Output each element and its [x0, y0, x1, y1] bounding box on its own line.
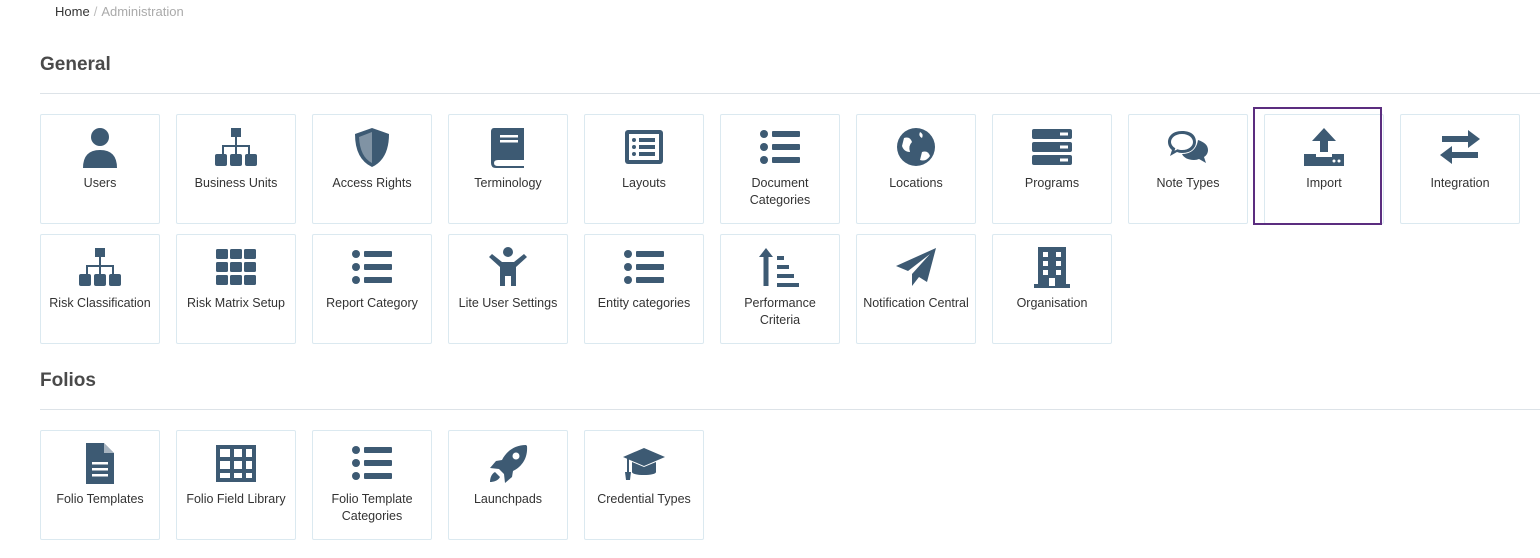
tile-label: Risk Matrix Setup [187, 296, 285, 310]
tile-label: Programs [1024, 176, 1080, 190]
tile-label: Risk Classification [49, 296, 151, 310]
tile-import[interactable]: Import [1253, 107, 1384, 225]
tile-locations[interactable]: Locations [856, 114, 976, 224]
tile-label: Terminology [474, 176, 542, 190]
sitemap-icon [74, 246, 126, 288]
tile-users[interactable]: Users [40, 114, 160, 224]
breadcrumb: Home / Administration [55, 4, 184, 19]
tile-launchpads[interactable]: Launchpads [448, 430, 568, 540]
table-icon [210, 442, 262, 484]
tile-label: Performance Criteria [744, 296, 816, 327]
tile-integration[interactable]: Integration [1400, 114, 1520, 224]
tile-layouts[interactable]: Layouts [584, 114, 704, 224]
section-title-folios: Folios [40, 370, 96, 391]
child-icon [482, 246, 534, 288]
sort-amount-up-icon [754, 246, 806, 288]
general-tile-grid: Users Business Units Access Rights Terminol… [40, 107, 1520, 344]
tile-label: Note Types [1156, 176, 1220, 190]
tile-business-units[interactable]: Business Units [176, 114, 296, 224]
paper-plane-icon [890, 246, 942, 288]
upload-icon [1298, 126, 1350, 168]
file-alt-icon [74, 442, 126, 484]
tile-folio-templates[interactable]: Folio Templates [40, 430, 160, 540]
tile-terminology[interactable]: Terminology [448, 114, 568, 224]
sitemap-icon [210, 126, 262, 168]
tile-report-category[interactable]: Report Category [312, 234, 432, 344]
rocket-icon [482, 442, 534, 484]
graduation-cap-icon [618, 442, 670, 484]
section-title-general: General [40, 54, 111, 75]
tile-label: Launchpads [473, 492, 543, 506]
tile-folio-template-categories[interactable]: Folio Template Categories [312, 430, 432, 540]
th-icon [210, 246, 262, 288]
tile-notification-central[interactable]: Notification Central [856, 234, 976, 344]
tile-entity-categories[interactable]: Entity categories [584, 234, 704, 344]
tile-organisation[interactable]: Organisation [992, 234, 1112, 344]
section-divider-general [40, 93, 1540, 94]
list-icon [754, 126, 806, 168]
tile-label: Folio Templates [56, 492, 144, 506]
tile-folio-field-library[interactable]: Folio Field Library [176, 430, 296, 540]
folios-tile-grid: Folio Templates Folio Field Library Folio … [40, 430, 1520, 540]
tile-note-types[interactable]: Note Types [1128, 114, 1248, 224]
tile-risk-classification[interactable]: Risk Classification [40, 234, 160, 344]
breadcrumb-current: Administration [101, 4, 184, 19]
tile-label: Access Rights [332, 176, 412, 190]
building-icon [1026, 246, 1078, 288]
tile-lite-user-settings[interactable]: Lite User Settings [448, 234, 568, 344]
tile-label: Locations [889, 176, 943, 190]
tile-performance-criteria[interactable]: Performance Criteria [720, 234, 840, 344]
tile-label: Business Units [194, 176, 278, 190]
globe-icon [890, 126, 942, 168]
breadcrumb-separator: / [93, 4, 98, 19]
tile-label: Document Categories [749, 176, 811, 207]
comments-icon [1162, 126, 1214, 168]
tile-programs[interactable]: Programs [992, 114, 1112, 224]
shield-icon [346, 126, 398, 168]
tile-risk-matrix-setup[interactable]: Risk Matrix Setup [176, 234, 296, 344]
list-icon [346, 442, 398, 484]
tile-label: Integration [1430, 176, 1490, 190]
tile-label: Folio Template Categories [331, 492, 413, 523]
tile-access-rights[interactable]: Access Rights [312, 114, 432, 224]
user-icon [74, 126, 126, 168]
tile-credential-types[interactable]: Credential Types [584, 430, 704, 540]
tile-label: Import [1306, 176, 1342, 190]
server-icon [1026, 126, 1078, 168]
tile-label: Notification Central [863, 296, 969, 310]
tile-label: Users [83, 176, 117, 190]
tile-label: Folio Field Library [186, 492, 286, 506]
list-alt-icon [618, 126, 670, 168]
section-divider-folios [40, 409, 1540, 410]
book-icon [482, 126, 534, 168]
tile-label: Layouts [622, 176, 666, 190]
exchange-icon [1434, 126, 1486, 168]
tile-document-categories[interactable]: Document Categories [720, 114, 840, 224]
tile-label: Report Category [326, 296, 418, 310]
tile-label: Entity categories [597, 296, 691, 310]
tile-label: Organisation [1016, 296, 1088, 310]
breadcrumb-home-link[interactable]: Home [55, 4, 90, 19]
tile-label: Credential Types [597, 492, 691, 506]
tile-label: Lite User Settings [458, 296, 558, 310]
list-icon [346, 246, 398, 288]
list-icon [618, 246, 670, 288]
